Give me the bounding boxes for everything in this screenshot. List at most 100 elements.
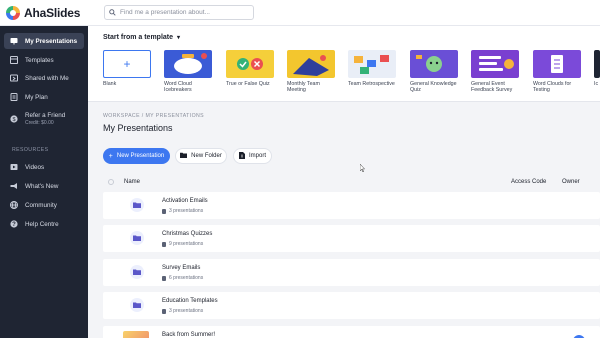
logo-icon xyxy=(6,6,20,20)
template-card-word-clouds-testing[interactable]: Word Clouds for Testing xyxy=(533,50,581,94)
word-cloud-thumbnail xyxy=(164,50,212,78)
sidebar-item-my-plan[interactable]: My Plan xyxy=(4,89,84,105)
template-label: Monthly Team Meeting xyxy=(287,81,320,94)
sidebar-item-help-centre[interactable]: ? Help Centre xyxy=(4,216,84,232)
template-heading-label: Start from a template xyxy=(103,34,174,41)
search-input[interactable] xyxy=(120,9,250,16)
sidebar-item-community[interactable]: Community xyxy=(4,197,84,213)
page-title: My Presentations xyxy=(103,123,173,133)
template-label: General Event Feedback Survey xyxy=(471,81,513,94)
sidebar-item-label: My Presentations xyxy=(25,37,78,45)
dollar-icon: $ xyxy=(10,115,18,123)
presentation-thumbnail xyxy=(123,331,149,338)
main-content: Start from a template ▾ + Blank Word Clo… xyxy=(88,26,600,338)
template-card-event-feedback[interactable]: General Event Feedback Survey xyxy=(471,50,519,94)
sidebar-item-videos[interactable]: Videos xyxy=(4,159,84,175)
presentation-count-label: 6 presentations xyxy=(169,275,204,281)
template-heading[interactable]: Start from a template ▾ xyxy=(103,34,180,41)
sidebar-item-label: My Plan xyxy=(25,93,48,101)
folder-row[interactable]: Survey Emails 6 presentations xyxy=(103,259,600,286)
presentation-count: 6 presentations xyxy=(162,275,203,281)
credit-balance: Credit: $0.00 xyxy=(25,120,54,126)
search-icon xyxy=(109,9,116,16)
svg-text:?: ? xyxy=(12,222,16,228)
caret-down-icon: ▾ xyxy=(177,35,181,41)
template-card-true-false[interactable]: True or False Quiz xyxy=(226,50,274,87)
presentations-icon xyxy=(10,37,18,45)
search-box[interactable] xyxy=(104,5,254,20)
sidebar-item-label: Community xyxy=(25,201,57,209)
template-card-team-meeting[interactable]: Monthly Team Meeting xyxy=(287,50,335,94)
sidebar-item-label: Videos xyxy=(25,163,45,171)
template-label: Team Retrospective xyxy=(348,81,395,87)
true-false-thumbnail xyxy=(226,50,274,78)
import-button[interactable]: Import xyxy=(233,148,272,164)
megaphone-icon xyxy=(10,182,18,190)
help-icon: ? xyxy=(10,220,18,228)
folder-name: Education Templates xyxy=(162,298,218,304)
folder-icon xyxy=(130,198,144,212)
template-label: General Knowledge Quiz xyxy=(410,81,457,94)
template-card-retrospective[interactable]: Team Retrospective xyxy=(348,50,396,87)
sidebar-item-refer-friend[interactable]: $ Refer a Friend Credit: $0.00 xyxy=(4,109,84,129)
templates-icon xyxy=(10,56,18,64)
shared-icon xyxy=(10,74,18,82)
word-clouds-testing-thumbnail xyxy=(533,50,581,78)
template-label: True or False Quiz xyxy=(226,81,270,87)
import-icon xyxy=(238,151,245,161)
sidebar-item-label: What's New xyxy=(25,182,59,190)
folder-row[interactable]: Education Templates 3 presentations xyxy=(103,292,600,319)
folder-icon xyxy=(130,265,144,279)
import-label: Import xyxy=(248,153,266,159)
folder-row[interactable]: Activation Emails 3 presentations xyxy=(103,192,600,219)
presentation-row[interactable]: Back from Summer! xyxy=(103,326,600,338)
template-label: Word Clouds for Testing xyxy=(533,81,572,94)
template-card-word-cloud[interactable]: Word Cloud Icebreakers xyxy=(164,50,212,94)
sidebar-item-label: Shared with Me xyxy=(25,74,69,82)
presentation-count: 9 presentations xyxy=(162,241,203,247)
template-label: Word Cloud Icebreakers xyxy=(164,81,192,94)
column-header-access-code[interactable]: Access Code xyxy=(511,179,546,185)
new-presentation-button[interactable]: + New Presentation xyxy=(103,148,170,164)
sidebar: My Presentations Templates Shared with M… xyxy=(0,26,88,338)
video-icon xyxy=(10,163,18,171)
folder-icon xyxy=(180,152,188,160)
select-all-checkbox[interactable] xyxy=(108,179,114,185)
sidebar-item-label: Refer a Friend xyxy=(25,112,66,119)
template-strip: Start from a template ▾ + Blank Word Clo… xyxy=(88,26,600,102)
presentation-icon xyxy=(162,308,166,314)
globe-icon xyxy=(10,201,18,209)
sidebar-item-label: Help Centre xyxy=(25,220,59,228)
event-feedback-thumbnail xyxy=(471,50,519,78)
presentation-icon xyxy=(162,208,166,214)
presentation-count-label: 9 presentations xyxy=(169,241,204,247)
folder-icon xyxy=(130,298,144,312)
presentation-count-label: 3 presentations xyxy=(169,308,204,314)
column-header-owner[interactable]: Owner xyxy=(562,179,580,185)
folder-name: Survey Emails xyxy=(162,265,201,271)
mouse-cursor-icon xyxy=(360,164,365,172)
sidebar-item-shared[interactable]: Shared with Me xyxy=(4,70,84,86)
column-header-name[interactable]: Name xyxy=(124,179,140,185)
sidebar-item-label: Templates xyxy=(25,56,54,64)
folder-name: Christmas Quizzes xyxy=(162,231,213,237)
template-card-blank[interactable]: + Blank xyxy=(103,50,151,87)
sidebar-item-templates[interactable]: Templates xyxy=(4,52,84,68)
sidebar-item-my-presentations[interactable]: My Presentations xyxy=(4,33,84,49)
retrospective-thumbnail xyxy=(348,50,396,78)
plan-icon xyxy=(10,93,18,101)
folder-row[interactable]: Christmas Quizzes 9 presentations xyxy=(103,225,600,252)
new-presentation-label: New Presentation xyxy=(116,153,165,159)
presentation-icon xyxy=(162,275,166,281)
presentation-count: 3 presentations xyxy=(162,208,203,214)
sidebar-item-whats-new[interactable]: What's New xyxy=(4,178,84,194)
team-meeting-thumbnail xyxy=(287,50,335,78)
breadcrumb: WORKSPACE / MY PRESENTATIONS xyxy=(103,113,205,119)
new-folder-button[interactable]: New Folder xyxy=(175,148,227,164)
app-logo[interactable]: AhaSlides xyxy=(6,6,80,20)
app-name: AhaSlides xyxy=(24,6,81,20)
partial-thumbnail xyxy=(594,50,600,78)
template-card-general-knowledge[interactable]: General Knowledge Quiz xyxy=(410,50,458,94)
template-label: Blank xyxy=(103,81,117,87)
template-card-partial[interactable]: Ic xyxy=(594,50,600,87)
